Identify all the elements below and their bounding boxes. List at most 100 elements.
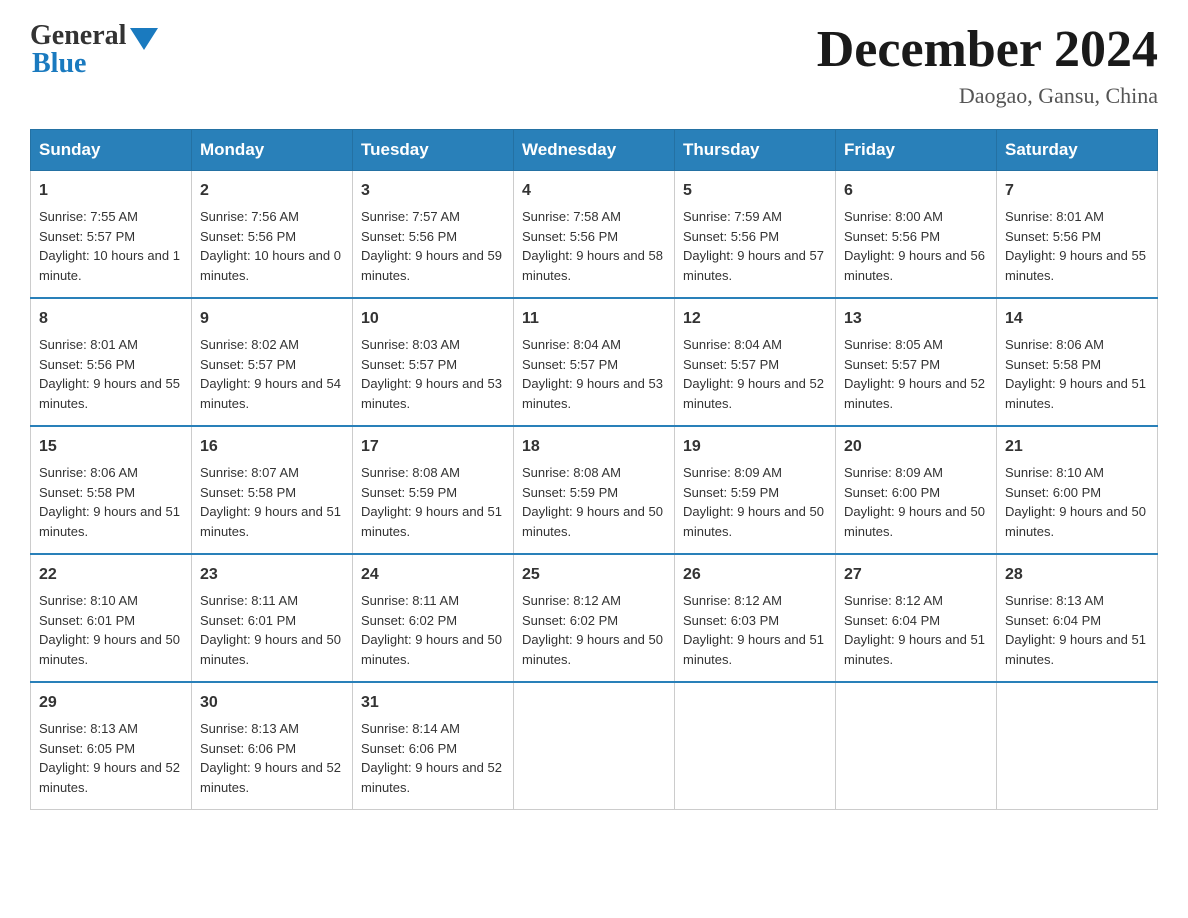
sunset-label: Sunset: 5:58 PM: [39, 485, 135, 500]
calendar-cell: 19 Sunrise: 8:09 AM Sunset: 5:59 PM Dayl…: [675, 426, 836, 554]
day-number: 28: [1005, 563, 1149, 587]
col-saturday: Saturday: [997, 130, 1158, 171]
col-sunday: Sunday: [31, 130, 192, 171]
sunset-label: Sunset: 6:02 PM: [522, 613, 618, 628]
daylight-label: Daylight: 9 hours and 51 minutes.: [844, 632, 985, 667]
calendar-cell: 31 Sunrise: 8:14 AM Sunset: 6:06 PM Dayl…: [353, 682, 514, 810]
day-number: 15: [39, 435, 183, 459]
daylight-label: Daylight: 9 hours and 50 minutes.: [361, 632, 502, 667]
calendar-cell: 12 Sunrise: 8:04 AM Sunset: 5:57 PM Dayl…: [675, 298, 836, 426]
month-title: December 2024: [817, 20, 1158, 79]
calendar-week-5: 29 Sunrise: 8:13 AM Sunset: 6:05 PM Dayl…: [31, 682, 1158, 810]
sunset-label: Sunset: 6:03 PM: [683, 613, 779, 628]
day-number: 19: [683, 435, 827, 459]
day-number: 13: [844, 307, 988, 331]
sunset-label: Sunset: 5:57 PM: [683, 357, 779, 372]
calendar-cell: 25 Sunrise: 8:12 AM Sunset: 6:02 PM Dayl…: [514, 554, 675, 682]
sunset-label: Sunset: 6:01 PM: [39, 613, 135, 628]
calendar-cell: 17 Sunrise: 8:08 AM Sunset: 5:59 PM Dayl…: [353, 426, 514, 554]
calendar-cell: 23 Sunrise: 8:11 AM Sunset: 6:01 PM Dayl…: [192, 554, 353, 682]
day-number: 24: [361, 563, 505, 587]
sunrise-label: Sunrise: 8:11 AM: [200, 593, 298, 608]
sunrise-label: Sunrise: 8:04 AM: [683, 337, 782, 352]
logo-blue-text: Blue: [32, 48, 86, 80]
sunset-label: Sunset: 6:00 PM: [844, 485, 940, 500]
sunset-label: Sunset: 5:56 PM: [683, 229, 779, 244]
sunrise-label: Sunrise: 8:11 AM: [361, 593, 459, 608]
calendar-week-2: 8 Sunrise: 8:01 AM Sunset: 5:56 PM Dayli…: [31, 298, 1158, 426]
sunset-label: Sunset: 6:02 PM: [361, 613, 457, 628]
daylight-label: Daylight: 9 hours and 50 minutes.: [522, 632, 663, 667]
calendar-cell: 2 Sunrise: 7:56 AM Sunset: 5:56 PM Dayli…: [192, 171, 353, 299]
sunrise-label: Sunrise: 8:10 AM: [1005, 465, 1104, 480]
calendar-week-4: 22 Sunrise: 8:10 AM Sunset: 6:01 PM Dayl…: [31, 554, 1158, 682]
day-number: 2: [200, 179, 344, 203]
calendar-cell: 27 Sunrise: 8:12 AM Sunset: 6:04 PM Dayl…: [836, 554, 997, 682]
sunrise-label: Sunrise: 8:02 AM: [200, 337, 299, 352]
sunset-label: Sunset: 6:06 PM: [200, 741, 296, 756]
calendar-cell: 3 Sunrise: 7:57 AM Sunset: 5:56 PM Dayli…: [353, 171, 514, 299]
sunset-label: Sunset: 5:57 PM: [522, 357, 618, 372]
sunrise-label: Sunrise: 8:13 AM: [200, 721, 299, 736]
calendar-cell: 22 Sunrise: 8:10 AM Sunset: 6:01 PM Dayl…: [31, 554, 192, 682]
daylight-label: Daylight: 9 hours and 56 minutes.: [844, 248, 985, 283]
calendar-cell: 9 Sunrise: 8:02 AM Sunset: 5:57 PM Dayli…: [192, 298, 353, 426]
sunrise-label: Sunrise: 8:13 AM: [1005, 593, 1104, 608]
daylight-label: Daylight: 9 hours and 51 minutes.: [683, 632, 824, 667]
sunset-label: Sunset: 6:04 PM: [1005, 613, 1101, 628]
logo-arrow-icon: [130, 28, 158, 50]
sunrise-label: Sunrise: 8:13 AM: [39, 721, 138, 736]
sunset-label: Sunset: 5:56 PM: [1005, 229, 1101, 244]
day-number: 4: [522, 179, 666, 203]
title-section: December 2024 Daogao, Gansu, China: [817, 20, 1158, 109]
col-thursday: Thursday: [675, 130, 836, 171]
daylight-label: Daylight: 9 hours and 59 minutes.: [361, 248, 502, 283]
col-friday: Friday: [836, 130, 997, 171]
sunset-label: Sunset: 5:56 PM: [39, 357, 135, 372]
daylight-label: Daylight: 9 hours and 55 minutes.: [1005, 248, 1146, 283]
daylight-label: Daylight: 9 hours and 50 minutes.: [1005, 504, 1146, 539]
sunset-label: Sunset: 5:56 PM: [844, 229, 940, 244]
location-text: Daogao, Gansu, China: [817, 83, 1158, 109]
sunset-label: Sunset: 5:59 PM: [683, 485, 779, 500]
daylight-label: Daylight: 9 hours and 58 minutes.: [522, 248, 663, 283]
calendar-cell: 18 Sunrise: 8:08 AM Sunset: 5:59 PM Dayl…: [514, 426, 675, 554]
day-number: 7: [1005, 179, 1149, 203]
sunset-label: Sunset: 5:59 PM: [522, 485, 618, 500]
calendar-cell: 8 Sunrise: 8:01 AM Sunset: 5:56 PM Dayli…: [31, 298, 192, 426]
calendar-cell: [514, 682, 675, 810]
sunset-label: Sunset: 6:00 PM: [1005, 485, 1101, 500]
calendar-cell: 13 Sunrise: 8:05 AM Sunset: 5:57 PM Dayl…: [836, 298, 997, 426]
day-number: 31: [361, 691, 505, 715]
calendar-cell: 5 Sunrise: 7:59 AM Sunset: 5:56 PM Dayli…: [675, 171, 836, 299]
sunrise-label: Sunrise: 8:08 AM: [522, 465, 621, 480]
daylight-label: Daylight: 9 hours and 51 minutes.: [200, 504, 341, 539]
calendar-cell: 24 Sunrise: 8:11 AM Sunset: 6:02 PM Dayl…: [353, 554, 514, 682]
daylight-label: Daylight: 9 hours and 50 minutes.: [683, 504, 824, 539]
col-monday: Monday: [192, 130, 353, 171]
calendar-cell: [675, 682, 836, 810]
daylight-label: Daylight: 9 hours and 51 minutes.: [1005, 376, 1146, 411]
calendar-cell: 28 Sunrise: 8:13 AM Sunset: 6:04 PM Dayl…: [997, 554, 1158, 682]
sunset-label: Sunset: 5:57 PM: [844, 357, 940, 372]
day-number: 12: [683, 307, 827, 331]
day-number: 26: [683, 563, 827, 587]
sunrise-label: Sunrise: 8:04 AM: [522, 337, 621, 352]
sunset-label: Sunset: 6:05 PM: [39, 741, 135, 756]
daylight-label: Daylight: 9 hours and 53 minutes.: [361, 376, 502, 411]
day-number: 14: [1005, 307, 1149, 331]
daylight-label: Daylight: 9 hours and 52 minutes.: [39, 760, 180, 795]
sunset-label: Sunset: 5:57 PM: [200, 357, 296, 372]
day-number: 3: [361, 179, 505, 203]
daylight-label: Daylight: 9 hours and 52 minutes.: [200, 760, 341, 795]
daylight-label: Daylight: 9 hours and 52 minutes.: [683, 376, 824, 411]
day-number: 5: [683, 179, 827, 203]
day-number: 22: [39, 563, 183, 587]
daylight-label: Daylight: 9 hours and 55 minutes.: [39, 376, 180, 411]
calendar-cell: [836, 682, 997, 810]
day-number: 29: [39, 691, 183, 715]
col-wednesday: Wednesday: [514, 130, 675, 171]
day-number: 6: [844, 179, 988, 203]
calendar-cell: [997, 682, 1158, 810]
day-number: 17: [361, 435, 505, 459]
